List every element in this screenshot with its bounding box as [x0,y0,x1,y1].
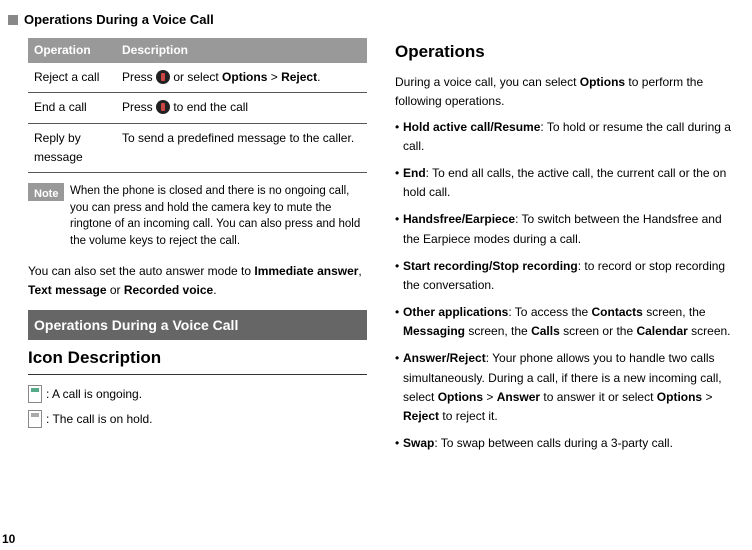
top-heading-bar: Operations During a Voice Call [0,12,214,27]
operations-table: Operation Description Reject a call Pres… [28,38,367,173]
table-row: Reject a call Press or select Options > … [28,63,367,93]
bold-text: Options [222,70,267,84]
bullet-dot: • [395,210,403,248]
bold-text: Recorded voice [124,283,213,297]
icon-hold-text: : The call is on hold. [46,410,153,429]
icon-line-hold: : The call is on hold. [28,410,367,429]
bold-text: Hold active call/Resume [403,120,540,134]
table-row: Reply by message To send a predefined me… [28,123,367,172]
note-text: When the phone is closed and there is no… [70,183,367,250]
call-ongoing-icon [28,385,42,403]
text: screen, the [465,324,531,338]
auto-answer-paragraph: You can also set the auto answer mode to… [28,262,367,300]
bullet-dot: • [395,118,403,156]
list-item: • Swap: To swap between calls during a 3… [395,434,734,453]
text: > [702,390,712,404]
bold-text: Text message [28,283,107,297]
list-item: • Handsfree/Earpiece: To switch between … [395,210,734,248]
text: : To access the [508,305,591,319]
end-key-icon [156,70,170,84]
bold-text: Calendar [636,324,687,338]
operations-heading: Operations [395,38,734,65]
end-key-icon [156,100,170,114]
bold-text: Options [657,390,702,404]
text: > [483,390,497,404]
list-item: • Answer/Reject: Your phone allows you t… [395,349,734,426]
bold-text: Reject [403,409,439,423]
bold-text: Contacts [592,305,643,319]
text: . [317,70,320,84]
icon-ongoing-text: : A call is ongoing. [46,385,142,404]
text: screen. [688,324,731,338]
cell-op: Reject a call [28,63,116,93]
bold-text: End [403,166,426,180]
cell-desc: To send a predefined message to the call… [116,123,367,172]
cell-op: End a call [28,93,116,123]
text: Press [122,100,156,114]
right-column: Operations During a voice call, you can … [395,38,734,461]
cell-desc: Press to end the call [116,93,367,123]
text: , [358,264,361,278]
bold-text: Calls [531,324,560,338]
bullet-dot: • [395,164,403,202]
bullet-dot: • [395,303,403,341]
operations-intro: During a voice call, you can select Opti… [395,73,734,111]
list-item: • Other applications: To access the Cont… [395,303,734,341]
bold-text: Immediate answer [254,264,358,278]
cell-op: Reply by message [28,123,116,172]
page-number: 10 [2,532,15,546]
list-item: • Hold active call/Resume: To hold or re… [395,118,734,156]
call-hold-icon [28,410,42,428]
bullet-dot: • [395,257,403,295]
text: Press [122,70,156,84]
bold-text: Answer [497,390,540,404]
top-heading: Operations During a Voice Call [24,12,214,27]
bold-text: Handsfree/Earpiece [403,212,515,226]
bold-text: Start recording/Stop recording [403,259,578,273]
note-label: Note [28,183,64,201]
text: to reject it. [439,409,498,423]
text: screen, the [643,305,706,319]
text: screen or the [560,324,637,338]
bold-text: Swap [403,436,434,450]
text: to answer it or select [540,390,657,404]
text: or select [170,70,222,84]
left-column: Operation Description Reject a call Pres… [28,38,367,461]
icon-description-heading: Icon Description [28,344,367,374]
list-item: • End: To end all calls, the active call… [395,164,734,202]
table-row: End a call Press to end the call [28,93,367,123]
bold-text: Options [438,390,483,404]
note-box: Note When the phone is closed and there … [28,183,367,250]
bold-text: Answer/Reject [403,351,486,365]
bullet-dot: • [395,434,403,453]
bold-text: Messaging [403,324,465,338]
text: You can also set the auto answer mode to [28,264,254,278]
bold-text: Other applications [403,305,508,319]
bullet-list: • Hold active call/Resume: To hold or re… [395,118,734,454]
bullet-dot: • [395,349,403,426]
text: : To swap between calls during a 3-party… [434,436,673,450]
section-bar: Operations During a Voice Call [28,310,367,340]
text: During a voice call, you can select [395,75,580,89]
bold-text: Reject [281,70,317,84]
text: to end the call [170,100,248,114]
text: . [213,283,216,297]
cell-desc: Press or select Options > Reject. [116,63,367,93]
text: or [107,283,124,297]
table-header-operation: Operation [28,38,116,63]
text: > [267,70,281,84]
list-item: • Start recording/Stop recording: to rec… [395,257,734,295]
square-bullet-icon [8,15,18,25]
text: : To end all calls, the active call, the… [403,166,726,199]
icon-line-ongoing: : A call is ongoing. [28,385,367,404]
bold-text: Options [580,75,625,89]
table-header-description: Description [116,38,367,63]
